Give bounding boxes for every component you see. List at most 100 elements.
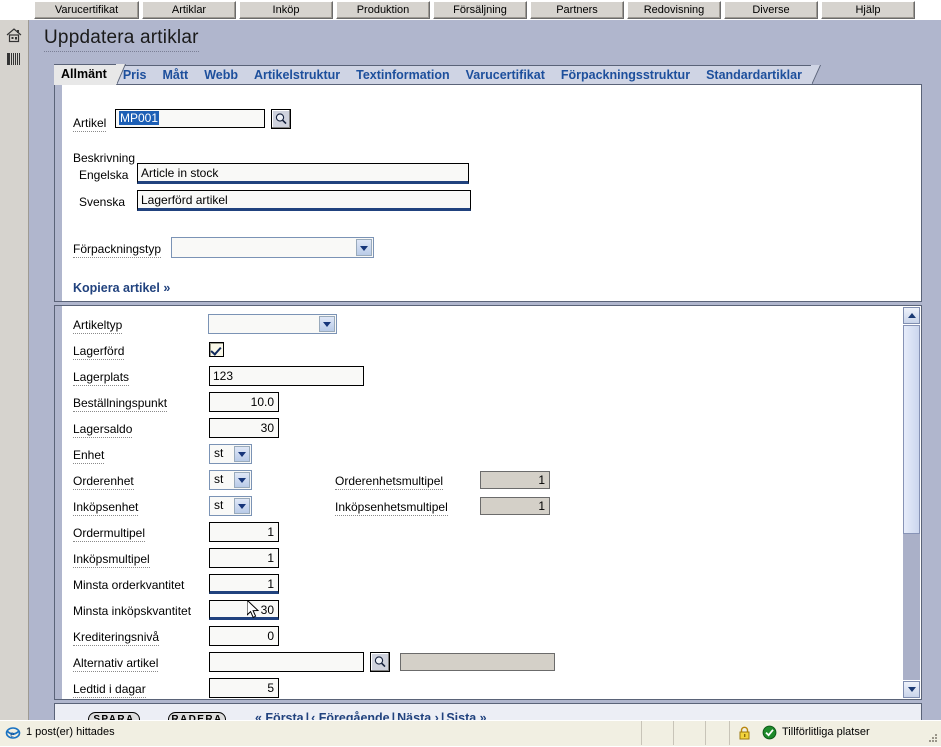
home-icon[interactable] [5, 26, 23, 44]
list-icon[interactable] [5, 50, 23, 68]
status-divider-1 [640, 721, 642, 745]
inköpsenhetsmultipel-readonly-value: 1 [480, 497, 550, 515]
inköpsenhet-select[interactable]: st [209, 496, 252, 516]
left-sidebar [0, 20, 29, 720]
label-krediteringsnivå: Krediteringsnivå [73, 630, 160, 646]
krediteringsnivå-input[interactable]: 0 [209, 626, 279, 646]
shield-check-icon [762, 725, 777, 743]
engelska-label: Engelska [79, 168, 129, 182]
menu-item-f-rs-ljning[interactable]: Försäljning [433, 1, 527, 19]
tab-varucertifikat[interactable]: Varucertifikat [458, 65, 565, 85]
label-inköpsenhet: Inköpsenhet [73, 500, 139, 516]
svg-text:e: e [10, 729, 14, 739]
chevron-down-icon [234, 472, 250, 488]
chevron-down-icon [234, 498, 250, 514]
chevron-down-icon [356, 239, 372, 256]
forpackningstyp-select[interactable] [171, 237, 374, 258]
ordermultipel-input[interactable]: 1 [209, 522, 279, 542]
menu-item-diverse[interactable]: Diverse [724, 1, 818, 19]
scroll-down-button[interactable] [903, 681, 920, 698]
label-lagerförd: Lagerförd [73, 344, 125, 360]
delete-button[interactable]: RADERA [168, 712, 226, 720]
label-ledtid-i-dagar: Ledtid i dagar [73, 682, 146, 698]
internet-explorer-icon: e [5, 725, 21, 741]
nav-next-link[interactable]: Nästa › [397, 711, 439, 720]
orderenhetsmultipel-readonly-value: 1 [480, 471, 550, 489]
beskrivning-label: Beskrivning [73, 151, 136, 165]
label-orderenhetsmultipel: Orderenhetsmultipel [335, 474, 444, 490]
menu-item-artiklar[interactable]: Artiklar [142, 1, 236, 19]
menu-tab-strip: Varucertifikat Artiklar Inköp Produktion För… [34, 1, 915, 19]
page-title: Uppdatera artiklar [44, 27, 199, 52]
chevron-down-icon [319, 316, 335, 332]
ledtid-i-dagar-input[interactable]: 5 [209, 678, 279, 698]
nav-first-link[interactable]: « Första [255, 711, 304, 720]
article-detail-panel: Artikeltyp Lagerförd Lagerplats 123 Beställn… [54, 305, 922, 700]
label-alternativ-artikel: Alternativ artikel [73, 656, 159, 672]
engelska-input[interactable]: Article in stock [137, 163, 469, 184]
label-lagerplats: Lagerplats [73, 370, 130, 386]
main-menu-bar: Varucertifikat Artiklar Inköp Produktion För… [0, 0, 941, 20]
status-divider-2 [672, 721, 674, 745]
scroll-track[interactable] [903, 325, 920, 680]
tab-textinformation[interactable]: Textinformation [349, 65, 469, 85]
scroll-thumb[interactable] [903, 325, 920, 535]
artikel-input[interactable]: MP001 [115, 109, 265, 128]
label-inköpsmultipel: Inköpsmultipel [73, 552, 150, 568]
label-beställningspunkt: Beställningspunkt [73, 396, 168, 412]
tab-webb[interactable]: Webb [197, 65, 257, 85]
chevron-down-icon [234, 446, 250, 462]
kopiera-artikel-link[interactable]: Kopiera artikel » [73, 281, 170, 295]
alternativ-artikel-readonly-display [400, 653, 555, 671]
beställningspunkt-input[interactable]: 10.0 [209, 392, 279, 412]
lagerplats-input[interactable]: 123 [209, 366, 364, 386]
tab-förpackningsstruktur[interactable]: Förpackningsstruktur [553, 65, 710, 85]
detail-scrollbar[interactable] [903, 307, 920, 698]
browser-status-bar: e 1 post(er) hittades Tillförlitliga pla… [0, 720, 941, 746]
menu-item-varucertifikat[interactable]: Varucertifikat [34, 1, 139, 19]
artikeltyp-select[interactable] [208, 314, 337, 334]
status-divider-3 [704, 721, 706, 745]
enhet-value: st [214, 446, 224, 460]
tab-strip: Allmänt Pris Mått Webb Artikelstruktur Textin… [54, 64, 821, 85]
save-button[interactable]: SPARA [88, 712, 140, 720]
panel-accent-bar [55, 306, 62, 699]
search-icon[interactable] [370, 652, 390, 672]
enhet-select[interactable]: st [209, 444, 252, 464]
tab-standardartiklar[interactable]: Standardartiklar [699, 65, 821, 85]
minsta-inköpskvantitet-input[interactable]: 30 [209, 600, 279, 620]
menu-item-hj-lp[interactable]: Hjälp [821, 1, 915, 19]
security-zone-label: Tillförlitliga platser [782, 726, 870, 738]
tab-artikelstruktur[interactable]: Artikelstruktur [246, 65, 360, 85]
nav-last-link[interactable]: Sista » [446, 711, 486, 720]
article-header-panel: Artikel MP001 Beskrivning Engelska Artic… [54, 84, 922, 302]
artikel-label: Artikel [73, 116, 107, 132]
lock-icon [738, 726, 751, 744]
inköpsmultipel-input[interactable]: 1 [209, 548, 279, 568]
nav-prev-link[interactable]: ‹ Föregående [311, 711, 390, 720]
svenska-input[interactable]: Lagerförd artikel [137, 190, 471, 211]
menu-item-partners[interactable]: Partners [530, 1, 624, 19]
label-orderenhet: Orderenhet [73, 474, 134, 490]
alternativ-artikel-input[interactable] [209, 652, 364, 672]
artikel-value: MP001 [119, 111, 160, 125]
resize-grip[interactable] [927, 732, 939, 744]
orderenhet-select[interactable]: st [209, 470, 252, 490]
record-navigation: « Första | ‹ Föregående | Nästa › | Sista » [255, 711, 487, 720]
status-divider-4 [728, 721, 730, 745]
label-ordermultipel: Ordermultipel [73, 526, 146, 542]
menu-item-redovisning[interactable]: Redovisning [627, 1, 721, 19]
lagerförd-checkbox[interactable] [209, 342, 224, 357]
minsta-orderkvantitet-input[interactable]: 1 [209, 574, 279, 594]
inköpsenhet-value: st [214, 498, 224, 512]
scroll-up-button[interactable] [903, 307, 920, 324]
search-icon[interactable] [271, 109, 291, 129]
label-enhet: Enhet [73, 448, 105, 464]
label-artikeltyp: Artikeltyp [73, 318, 123, 334]
lagersaldo-input[interactable]: 30 [209, 418, 279, 438]
tab-mått[interactable]: Mått [155, 65, 207, 85]
menu-item-produktion[interactable]: Produktion [336, 1, 430, 19]
forpackningstyp-label: Förpackningstyp [73, 242, 162, 258]
menu-item-ink-p[interactable]: Inköp [239, 1, 333, 19]
tab-allmänt[interactable]: Allmänt [54, 64, 126, 85]
